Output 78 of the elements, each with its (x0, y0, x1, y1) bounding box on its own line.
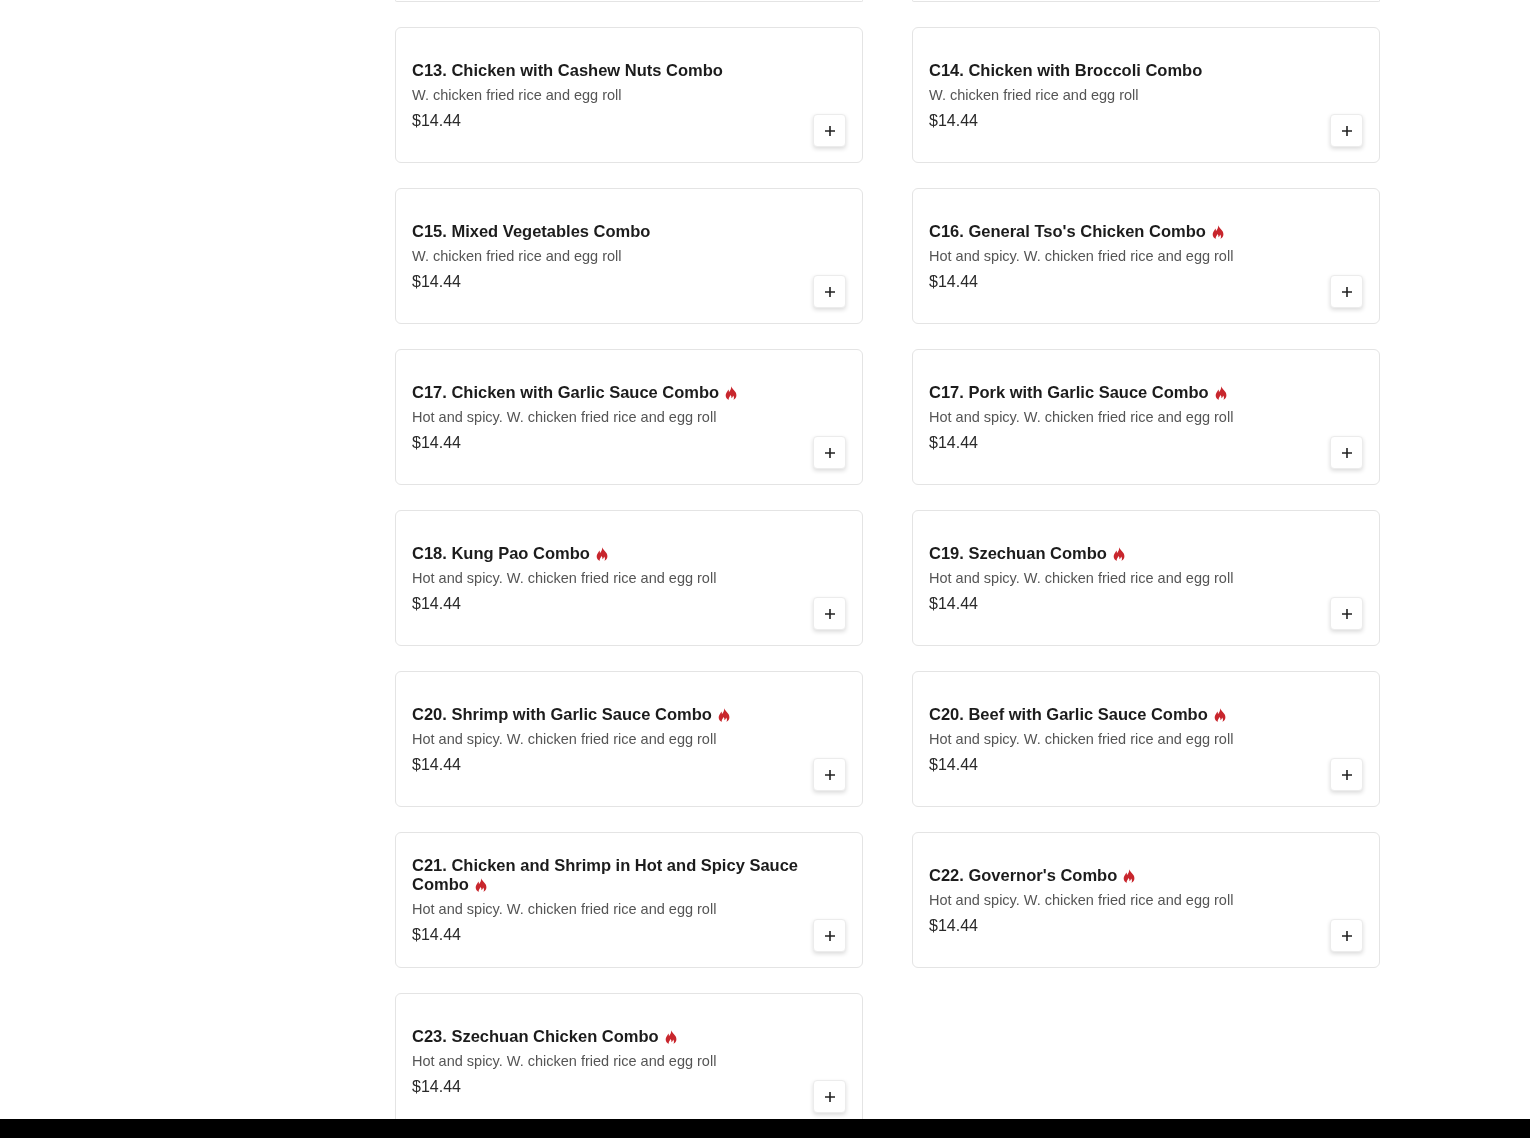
menu-item-card[interactable]: C15. Mixed Vegetables Combo W. chicken fried rice and egg roll $14.44 (395, 188, 863, 324)
item-description: Hot and spicy. W. chicken fried rice and egg roll (412, 729, 718, 749)
item-description: Hot and spicy. W. chicken fried rice and egg roll (929, 407, 1235, 427)
plus-icon (824, 1091, 835, 1102)
plus-icon (1341, 608, 1352, 619)
item-name: C18. Kung Pao Combo (412, 543, 590, 562)
add-button[interactable] (813, 1080, 846, 1113)
item-description: W. chicken fried rice and egg roll (412, 85, 623, 105)
item-description: Hot and spicy. W. chicken fried rice and egg roll (412, 900, 718, 919)
menu-item-card[interactable]: C13. Chicken with Cashew Nuts Combo W. chicken fried rice and egg roll $14.44 (395, 27, 863, 163)
plus-icon (1341, 769, 1352, 780)
plus-icon (824, 930, 835, 941)
menu-item-card[interactable]: C21. Chicken and Shrimp in Hot and Spicy Sauce Combo Hot and spicy. W. chicken fried rice and egg roll $14.44 (395, 832, 863, 968)
plus-icon (824, 286, 835, 297)
item-name: C17. Chicken with Garlic Sauce Combo (412, 382, 720, 401)
menu-item-card[interactable]: C17. Pork with Garlic Sauce Combo Hot and spicy. W. chicken fried rice and egg roll $14.44 (912, 349, 1380, 485)
add-button[interactable] (813, 758, 846, 791)
item-description: Hot and spicy. W. chicken fried rice and egg roll (929, 246, 1235, 266)
plus-icon (1341, 125, 1352, 136)
item-name: C15. Mixed Vegetables Combo (412, 221, 651, 240)
add-button[interactable] (1330, 758, 1363, 791)
item-price: $14.44 (929, 271, 979, 291)
plus-icon (824, 608, 835, 619)
item-description: Hot and spicy. W. chicken fried rice and egg roll (412, 1051, 718, 1071)
item-description: Hot and spicy. W. chicken fried rice and egg roll (929, 568, 1235, 588)
plus-icon (824, 125, 835, 136)
item-name: C22. Governor's Combo (929, 865, 1118, 884)
menu-item-card[interactable]: C14. Chicken with Broccoli Combo W. chicken fried rice and egg roll $14.44 (912, 27, 1380, 163)
item-description: Hot and spicy. W. chicken fried rice and egg roll (412, 407, 718, 427)
item-price: $14.44 (412, 925, 462, 944)
item-price: $14.44 (929, 110, 979, 130)
add-button[interactable] (1330, 275, 1363, 308)
item-price: $14.44 (929, 754, 979, 774)
add-button[interactable] (813, 436, 846, 469)
item-name: C20. Beef with Garlic Sauce Combo (929, 704, 1208, 723)
item-price: $14.44 (412, 110, 462, 130)
item-description: Hot and spicy. W. chicken fried rice and egg roll (412, 568, 718, 588)
item-price: $14.44 (929, 915, 979, 935)
menu-item-card[interactable]: C20. Beef with Garlic Sauce Combo Hot and spicy. W. chicken fried rice and egg roll $14.44 (912, 671, 1380, 807)
item-price: $14.44 (412, 754, 462, 774)
plus-icon (1341, 930, 1352, 941)
add-button[interactable] (1330, 919, 1363, 952)
item-name: C13. Chicken with Cashew Nuts Combo (412, 60, 723, 79)
add-button[interactable] (813, 919, 846, 952)
menu-item-card[interactable]: C22. Governor's Combo Hot and spicy. W. chicken fried rice and egg roll $14.44 (912, 832, 1380, 968)
menu-item-card[interactable]: C19. Szechuan Combo Hot and spicy. W. chicken fried rice and egg roll $14.44 (912, 510, 1380, 646)
plus-icon (1341, 286, 1352, 297)
item-name: C16. General Tso's Chicken Combo (929, 221, 1206, 240)
add-button[interactable] (813, 597, 846, 630)
item-price: $14.44 (412, 271, 462, 291)
add-button[interactable] (1330, 597, 1363, 630)
add-button[interactable] (1330, 114, 1363, 147)
item-name: C20. Shrimp with Garlic Sauce Combo (412, 704, 712, 723)
item-description: Hot and spicy. W. chicken fried rice and egg roll (929, 729, 1235, 749)
item-price: $14.44 (412, 432, 462, 452)
item-description: W. chicken fried rice and egg roll (929, 85, 1140, 105)
plus-icon (824, 769, 835, 780)
menu-item-card[interactable]: C18. Kung Pao Combo Hot and spicy. W. chicken fried rice and egg roll $14.44 (395, 510, 863, 646)
plus-icon (1341, 447, 1352, 458)
item-name: C21. Chicken and Shrimp in Hot and Spicy Sauce Combo (412, 856, 798, 893)
item-description: W. chicken fried rice and egg roll (412, 246, 623, 266)
item-name: C23. Szechuan Chicken Combo (412, 1026, 659, 1045)
add-button[interactable] (1330, 436, 1363, 469)
item-price: $14.44 (929, 593, 979, 613)
menu-item-card[interactable]: C20. Shrimp with Garlic Sauce Combo Hot and spicy. W. chicken fried rice and egg roll $14.44 (395, 671, 863, 807)
item-name: C17. Pork with Garlic Sauce Combo (929, 382, 1209, 401)
menu-item-card[interactable]: C23. Szechuan Chicken Combo Hot and spicy. W. chicken fried rice and egg roll $14.44 (395, 993, 863, 1119)
add-button[interactable] (813, 114, 846, 147)
item-name: C14. Chicken with Broccoli Combo (929, 60, 1203, 79)
item-price: $14.44 (929, 432, 979, 452)
item-price: $14.44 (412, 1076, 462, 1096)
item-price: $14.44 (412, 593, 462, 613)
menu-item-card[interactable]: C17. Chicken with Garlic Sauce Combo Hot and spicy. W. chicken fried rice and egg roll $14.44 (395, 349, 863, 485)
menu-item-card[interactable]: C16. General Tso's Chicken Combo Hot and spicy. W. chicken fried rice and egg roll $14.44 (912, 188, 1380, 324)
item-name: C19. Szechuan Combo (929, 543, 1107, 562)
plus-icon (824, 447, 835, 458)
item-description: Hot and spicy. W. chicken fried rice and egg roll (929, 890, 1235, 910)
add-button[interactable] (813, 275, 846, 308)
